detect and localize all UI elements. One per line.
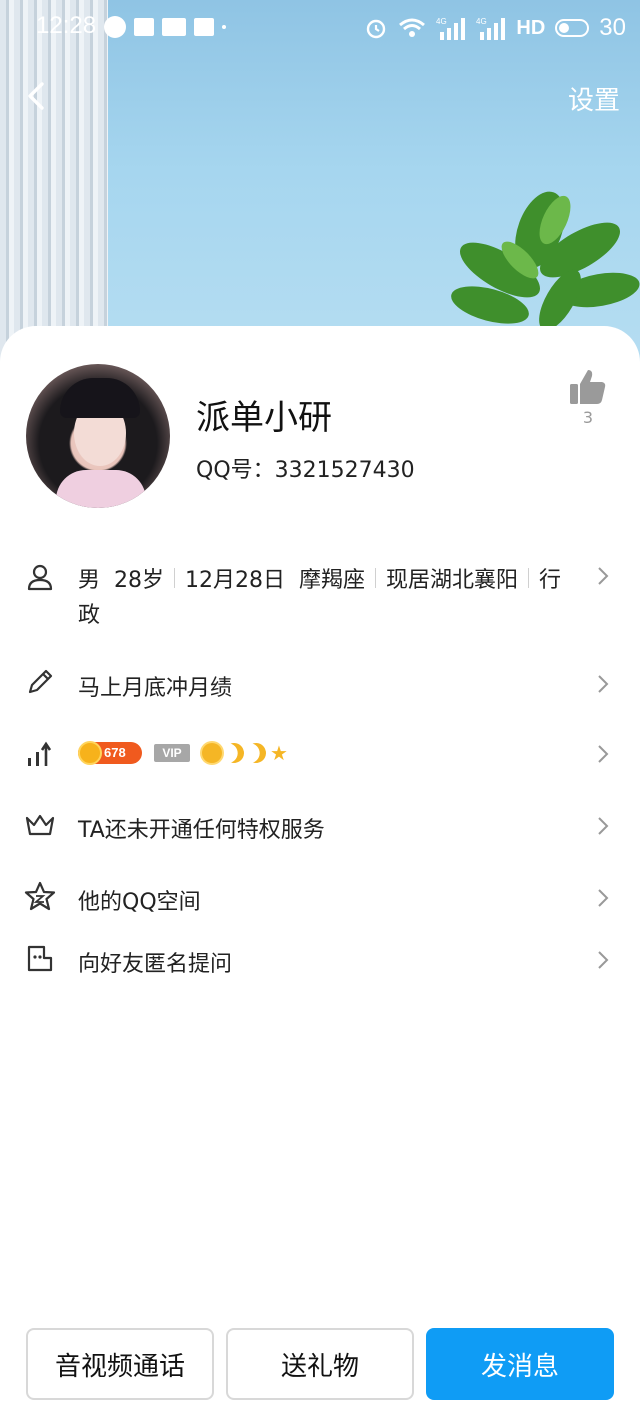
news-notification-icon (162, 18, 186, 36)
chevron-right-icon (598, 817, 609, 835)
avatar[interactable] (26, 364, 170, 508)
network-type-2: 4G (476, 17, 487, 26)
crown-icon (25, 814, 55, 836)
status-bar: 12:28 4G 4G HD 30 (0, 0, 640, 56)
divider (174, 568, 176, 588)
chevron-right-icon (598, 567, 609, 585)
basic-info-row[interactable]: 男 28岁 12月28日 摩羯座 现居湖北襄阳 行 政 (0, 556, 640, 636)
chevron-right-icon (598, 675, 609, 693)
video-call-button[interactable]: 音视频通话 (26, 1328, 214, 1400)
sun-icon (202, 743, 222, 763)
app-notification-icon (134, 18, 154, 36)
alarm-icon (367, 19, 386, 39)
person-icon (27, 564, 53, 591)
anonymous-question-row[interactable]: 向好友匿名提问 (0, 940, 640, 980)
send-gift-button[interactable]: 送礼物 (226, 1328, 414, 1400)
qzone-text: 他的QQ空间 (78, 890, 201, 915)
gender: 男 (78, 568, 101, 593)
divider (528, 568, 530, 588)
thumbs-up-icon (570, 370, 606, 404)
send-message-button[interactable]: 发消息 (426, 1328, 614, 1400)
chevron-right-icon (598, 889, 609, 907)
like-count: 3 (582, 408, 594, 427)
signal-2-icon: 4G (476, 17, 506, 40)
system-icons: 4G 4G HD 30 (364, 14, 626, 42)
pencil-icon (28, 669, 53, 694)
signature-text: 马上月底冲月绩 (78, 676, 233, 701)
privilege-row[interactable]: TA还未开通任何特权服务 (0, 806, 640, 846)
notification-icons (104, 16, 226, 38)
cover-curtain (0, 0, 108, 380)
chat-bubble-icon (104, 16, 126, 38)
coin-icon (78, 741, 102, 765)
chevron-right-icon (598, 745, 609, 763)
chevron-right-icon (598, 951, 609, 969)
network-type-1: 4G (436, 17, 447, 26)
profile-cover[interactable] (0, 0, 640, 380)
status-time: 12:28 (36, 12, 97, 39)
send-gift-label: 送礼物 (280, 1351, 359, 1382)
location: 现居湖北襄阳 (386, 568, 519, 593)
more-notifications-icon (222, 25, 226, 29)
profile-qq-number: QQ号：3321527430 (196, 458, 415, 483)
battery-icon (555, 19, 590, 37)
video-call-label: 音视频通话 (54, 1351, 185, 1382)
coin-badge: 678 (78, 741, 142, 765)
gallery-notification-icon (194, 18, 214, 36)
back-button[interactable] (18, 76, 58, 116)
wifi-icon (399, 18, 426, 37)
basic-info-line: 男 28岁 12月28日 摩羯座 现居湖北襄阳 行 (78, 562, 561, 594)
box-icon (27, 945, 53, 972)
battery-level: 30 (599, 14, 626, 41)
profile-nickname: 派单小研 (196, 398, 332, 438)
settings-button[interactable]: 设置 (568, 80, 620, 117)
birthday: 12月28日 (185, 568, 286, 593)
occupation: 行 (539, 568, 562, 593)
qq-level-icons: ★ (202, 742, 290, 764)
occupation-continued: 政 (78, 603, 101, 628)
vip-badge: VIP (154, 744, 190, 762)
anonymous-question-text: 向好友匿名提问 (78, 952, 233, 977)
moon-icon (221, 740, 247, 766)
age: 28岁 (114, 568, 165, 593)
level-badges: 678 VIP ★ (78, 741, 290, 765)
privilege-text: TA还未开通任何特权服务 (78, 818, 325, 843)
chevron-left-icon (28, 82, 44, 110)
zodiac: 摩羯座 (299, 568, 366, 593)
divider (375, 568, 377, 588)
hd-voice-label: HD (516, 16, 546, 39)
moon-icon (243, 740, 269, 766)
like-button[interactable] (566, 366, 608, 408)
qzone-star-icon (24, 881, 56, 911)
coin-count: 678 (104, 745, 126, 760)
star-icon: ★ (270, 741, 288, 765)
send-message-label: 发消息 (480, 1351, 559, 1382)
growth-chart-icon (28, 741, 52, 766)
signature-row[interactable]: 马上月底冲月绩 (0, 664, 640, 704)
signal-1-icon: 4G (436, 17, 466, 40)
qzone-row[interactable]: 他的QQ空间 (0, 878, 640, 918)
